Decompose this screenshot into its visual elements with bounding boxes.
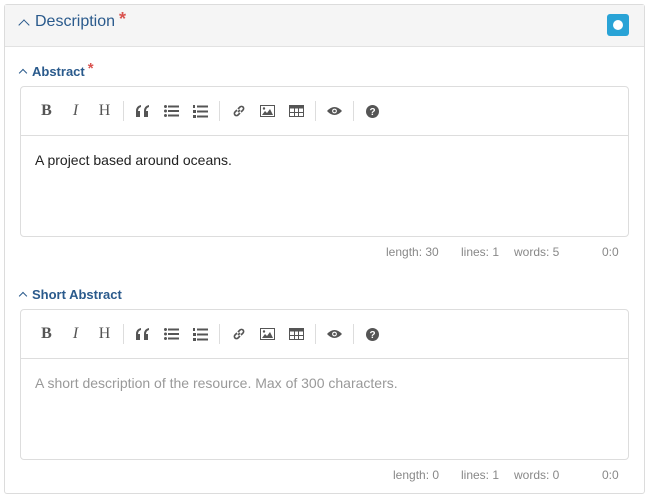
bold-icon[interactable]: B bbox=[32, 97, 61, 126]
lines-count: lines: 1 bbox=[461, 468, 500, 482]
toolbar-divider bbox=[219, 324, 220, 344]
required-mark: * bbox=[119, 9, 127, 29]
help-icon[interactable]: ? bbox=[358, 320, 387, 349]
circle-icon bbox=[613, 20, 623, 30]
words-count: words: 0 bbox=[514, 468, 560, 482]
quote-icon[interactable] bbox=[128, 97, 157, 126]
heading-icon[interactable]: H bbox=[90, 97, 119, 126]
svg-text:?: ? bbox=[369, 330, 375, 341]
required-mark: * bbox=[87, 60, 94, 77]
link-icon[interactable] bbox=[224, 320, 253, 349]
toolbar-divider bbox=[315, 324, 316, 344]
toolbar-divider bbox=[123, 101, 124, 121]
toolbar-divider bbox=[315, 101, 316, 121]
link-icon[interactable] bbox=[224, 97, 253, 126]
cursor-position: 0:0 bbox=[602, 468, 619, 482]
preview-icon[interactable] bbox=[320, 320, 349, 349]
short-abstract-toolbar: B I H ? bbox=[21, 310, 628, 359]
abstract-statusbar: length: 30 lines: 1 words: 5 0:0 bbox=[0, 245, 649, 261]
short-abstract-text-area[interactable]: A short description of the resource. Max… bbox=[21, 359, 628, 407]
unordered-list-icon[interactable] bbox=[157, 320, 186, 349]
preview-icon[interactable] bbox=[320, 97, 349, 126]
table-icon[interactable] bbox=[282, 97, 311, 126]
short-abstract-statusbar: length: 0 lines: 1 words: 0 0:0 bbox=[0, 468, 649, 482]
heading-icon[interactable]: H bbox=[90, 320, 119, 349]
unordered-list-icon[interactable] bbox=[157, 97, 186, 126]
section-title-text: Description bbox=[35, 13, 116, 30]
help-icon[interactable]: ? bbox=[358, 97, 387, 126]
table-icon[interactable] bbox=[282, 320, 311, 349]
short-abstract-label[interactable]: Short Abstract bbox=[18, 287, 122, 302]
abstract-label-text: Abstract bbox=[32, 64, 85, 79]
abstract-label[interactable]: Abstract * bbox=[18, 60, 94, 79]
image-icon[interactable] bbox=[253, 320, 282, 349]
ordered-list-icon[interactable] bbox=[186, 320, 215, 349]
status-toggle-button[interactable] bbox=[607, 14, 629, 36]
length-count: length: 0 bbox=[393, 468, 440, 482]
length-count: length: 30 bbox=[386, 245, 439, 259]
toolbar-divider bbox=[353, 101, 354, 121]
lines-count: lines: 1 bbox=[461, 245, 500, 259]
abstract-editor: B I H ? A project based around oceans. bbox=[20, 86, 629, 237]
section-title[interactable]: Description * bbox=[18, 9, 127, 31]
ordered-list-icon[interactable] bbox=[186, 97, 215, 126]
toolbar-divider bbox=[219, 101, 220, 121]
chevron-up-icon[interactable] bbox=[18, 291, 28, 301]
toolbar-divider bbox=[353, 324, 354, 344]
bold-icon[interactable]: B bbox=[32, 320, 61, 349]
words-count: words: 5 bbox=[514, 245, 560, 259]
italic-icon[interactable]: I bbox=[61, 97, 90, 126]
image-icon[interactable] bbox=[253, 97, 282, 126]
cursor-position: 0:0 bbox=[602, 245, 619, 259]
short-abstract-label-text: Short Abstract bbox=[32, 287, 122, 302]
abstract-toolbar: B I H ? bbox=[21, 87, 628, 136]
svg-text:?: ? bbox=[369, 107, 375, 118]
chevron-up-icon[interactable] bbox=[18, 68, 28, 78]
short-abstract-editor: B I H ? A short description of the resou… bbox=[20, 309, 629, 460]
quote-icon[interactable] bbox=[128, 320, 157, 349]
description-panel-header[interactable]: Description * bbox=[5, 5, 644, 47]
toolbar-divider bbox=[123, 324, 124, 344]
italic-icon[interactable]: I bbox=[61, 320, 90, 349]
abstract-text-area[interactable]: A project based around oceans. bbox=[21, 136, 628, 184]
chevron-up-icon[interactable] bbox=[18, 19, 30, 31]
